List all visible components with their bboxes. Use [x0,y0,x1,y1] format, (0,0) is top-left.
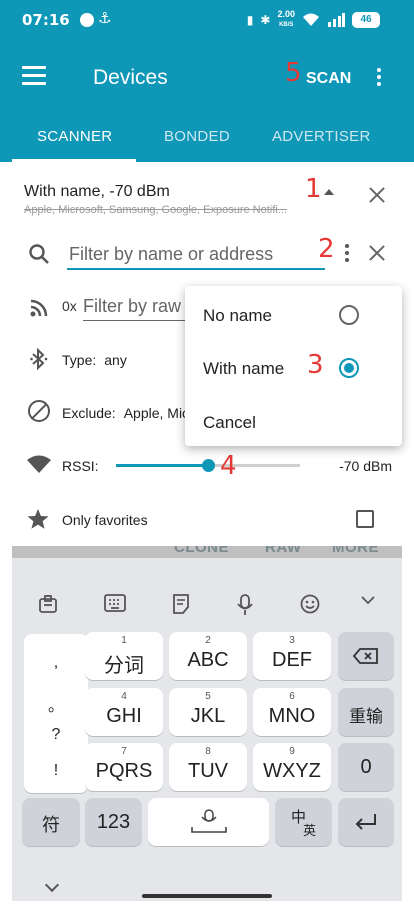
menu-item-with-name[interactable]: With name [203,359,284,379]
notification-icon [80,13,94,27]
star-icon [27,509,49,529]
menu-item-cancel[interactable]: Cancel [203,413,256,433]
status-bar: 07:16 ⚓ ▮ ✱ 2.00 KB/S 46 [0,0,414,44]
search-input[interactable] [67,240,325,270]
space-key[interactable] [148,798,269,846]
key-3[interactable]: 3 DEF [253,632,331,680]
key-6[interactable]: 6 MNO [253,688,331,736]
overflow-menu-icon[interactable] [370,68,388,90]
emoji-icon[interactable] [300,594,320,614]
filter-summary-excluded: Apple, Microsoft, Samsung, Google, Expos… [24,204,287,216]
rssi-icon [27,455,51,473]
keyboard-layout-icon[interactable] [104,594,126,612]
key-2[interactable]: 2 ABC [169,632,247,680]
annotation-1: 1 [305,174,322,204]
space-mic-icon [191,809,227,833]
favorites-checkbox[interactable] [356,510,374,528]
annotation-3: 3 [307,350,324,380]
app-bar: Devices 5 SCAN [0,44,414,114]
type-filter[interactable]: Type: any [62,352,127,368]
rss-icon [30,299,48,317]
dimmed-actions: CLONE RAW MORE [12,546,402,558]
name-filter-menu: No name With name 3 Cancel [185,286,402,446]
bluetooth-icon [30,348,48,370]
tab-advertiser[interactable]: ADVERTISER [272,128,371,145]
exclude-icon [28,400,50,422]
more-action: MORE [332,546,379,556]
search-icon [29,244,49,264]
keyboard-hide-icon[interactable] [44,877,60,893]
key-7[interactable]: 7 PQRS [85,743,163,791]
annotation-5: 5 [285,58,302,88]
close-filter-icon[interactable] [368,186,386,204]
network-speed: 2.00 KB/S [277,9,295,29]
clone-action: CLONE [174,546,229,556]
favorites-label: Only favorites [62,512,148,528]
menu-item-no-name[interactable]: No name [203,306,272,326]
rssi-slider-thumb[interactable] [202,459,215,472]
collapse-caret-icon[interactable] [324,189,334,195]
language-switch-key[interactable]: 中 英 [275,798,332,846]
numbers-key[interactable]: 123 [85,798,142,846]
rssi-slider-fill [116,464,208,467]
annotation-4: 4 [220,451,237,481]
key-9[interactable]: 9 WXYZ [253,743,331,791]
backspace-key[interactable] [338,632,394,680]
tab-scanner[interactable]: SCANNER [37,128,112,145]
clear-search-icon[interactable] [368,244,386,262]
key-4[interactable]: 4 GHI [85,688,163,736]
page-title: Devices [93,66,168,89]
rssi-slider[interactable] [116,459,300,472]
clipboard-icon[interactable] [38,594,58,614]
status-right: ▮ ✱ 2.00 KB/S 46 [247,10,380,30]
adv-data-input[interactable] [83,293,191,321]
scan-button[interactable]: SCAN [306,70,351,88]
filter-summary-title: With name, -70 dBm [24,183,170,200]
collapse-keyboard-icon[interactable] [360,594,376,606]
menu-icon[interactable] [22,66,46,86]
enter-key[interactable] [338,798,394,846]
battery-icon: 46 [352,12,380,28]
status-time: 07:16 [22,11,70,29]
key-1[interactable]: 1 分词 [85,632,163,680]
radio-with-name[interactable] [339,358,359,378]
symbol-question[interactable]: ? [24,726,88,744]
rssi-label: RSSI: [62,458,99,474]
anchor-icon: ⚓ [98,10,112,27]
notes-icon[interactable] [172,594,190,614]
enter-icon [355,814,376,830]
tab-bar: SCANNER BONDED ADVERTISER [0,114,414,162]
raw-action: RAW [265,546,302,556]
bottom-edge [0,901,414,913]
symbol-comma[interactable]: , [24,654,88,672]
annotation-2: 2 [318,234,335,264]
key-0[interactable]: 0 [338,743,394,791]
bluetooth-status-icon: ✱ [260,13,271,27]
retype-key[interactable]: 重输 [338,688,394,736]
tab-bonded[interactable]: BONDED [164,128,230,145]
symbols-key[interactable]: 符 [22,798,80,846]
radio-no-name[interactable] [339,305,359,325]
wifi-status-icon [303,13,319,26]
home-indicator[interactable] [142,894,272,898]
keyboard: , 。 ? ! 1 分词 2 ABC 3 DEF 4 GHI 5 JKL 6 MNO 重输 … [12,558,402,901]
key-8[interactable]: 8 TUV [169,743,247,791]
filter-options-icon[interactable] [344,244,350,264]
adv-prefix: 0x [62,298,77,314]
symbol-column[interactable]: , 。 ? ! [24,634,88,793]
voice-input-icon[interactable] [236,594,254,616]
symbol-exclaim[interactable]: ! [24,762,88,780]
signal-icon [328,13,345,27]
key-5[interactable]: 5 JKL [169,688,247,736]
rssi-value: -70 dBm [339,458,392,474]
vibrate-icon: ▮ [246,13,254,27]
backspace-icon [353,648,378,664]
symbol-period[interactable]: 。 [24,692,88,716]
